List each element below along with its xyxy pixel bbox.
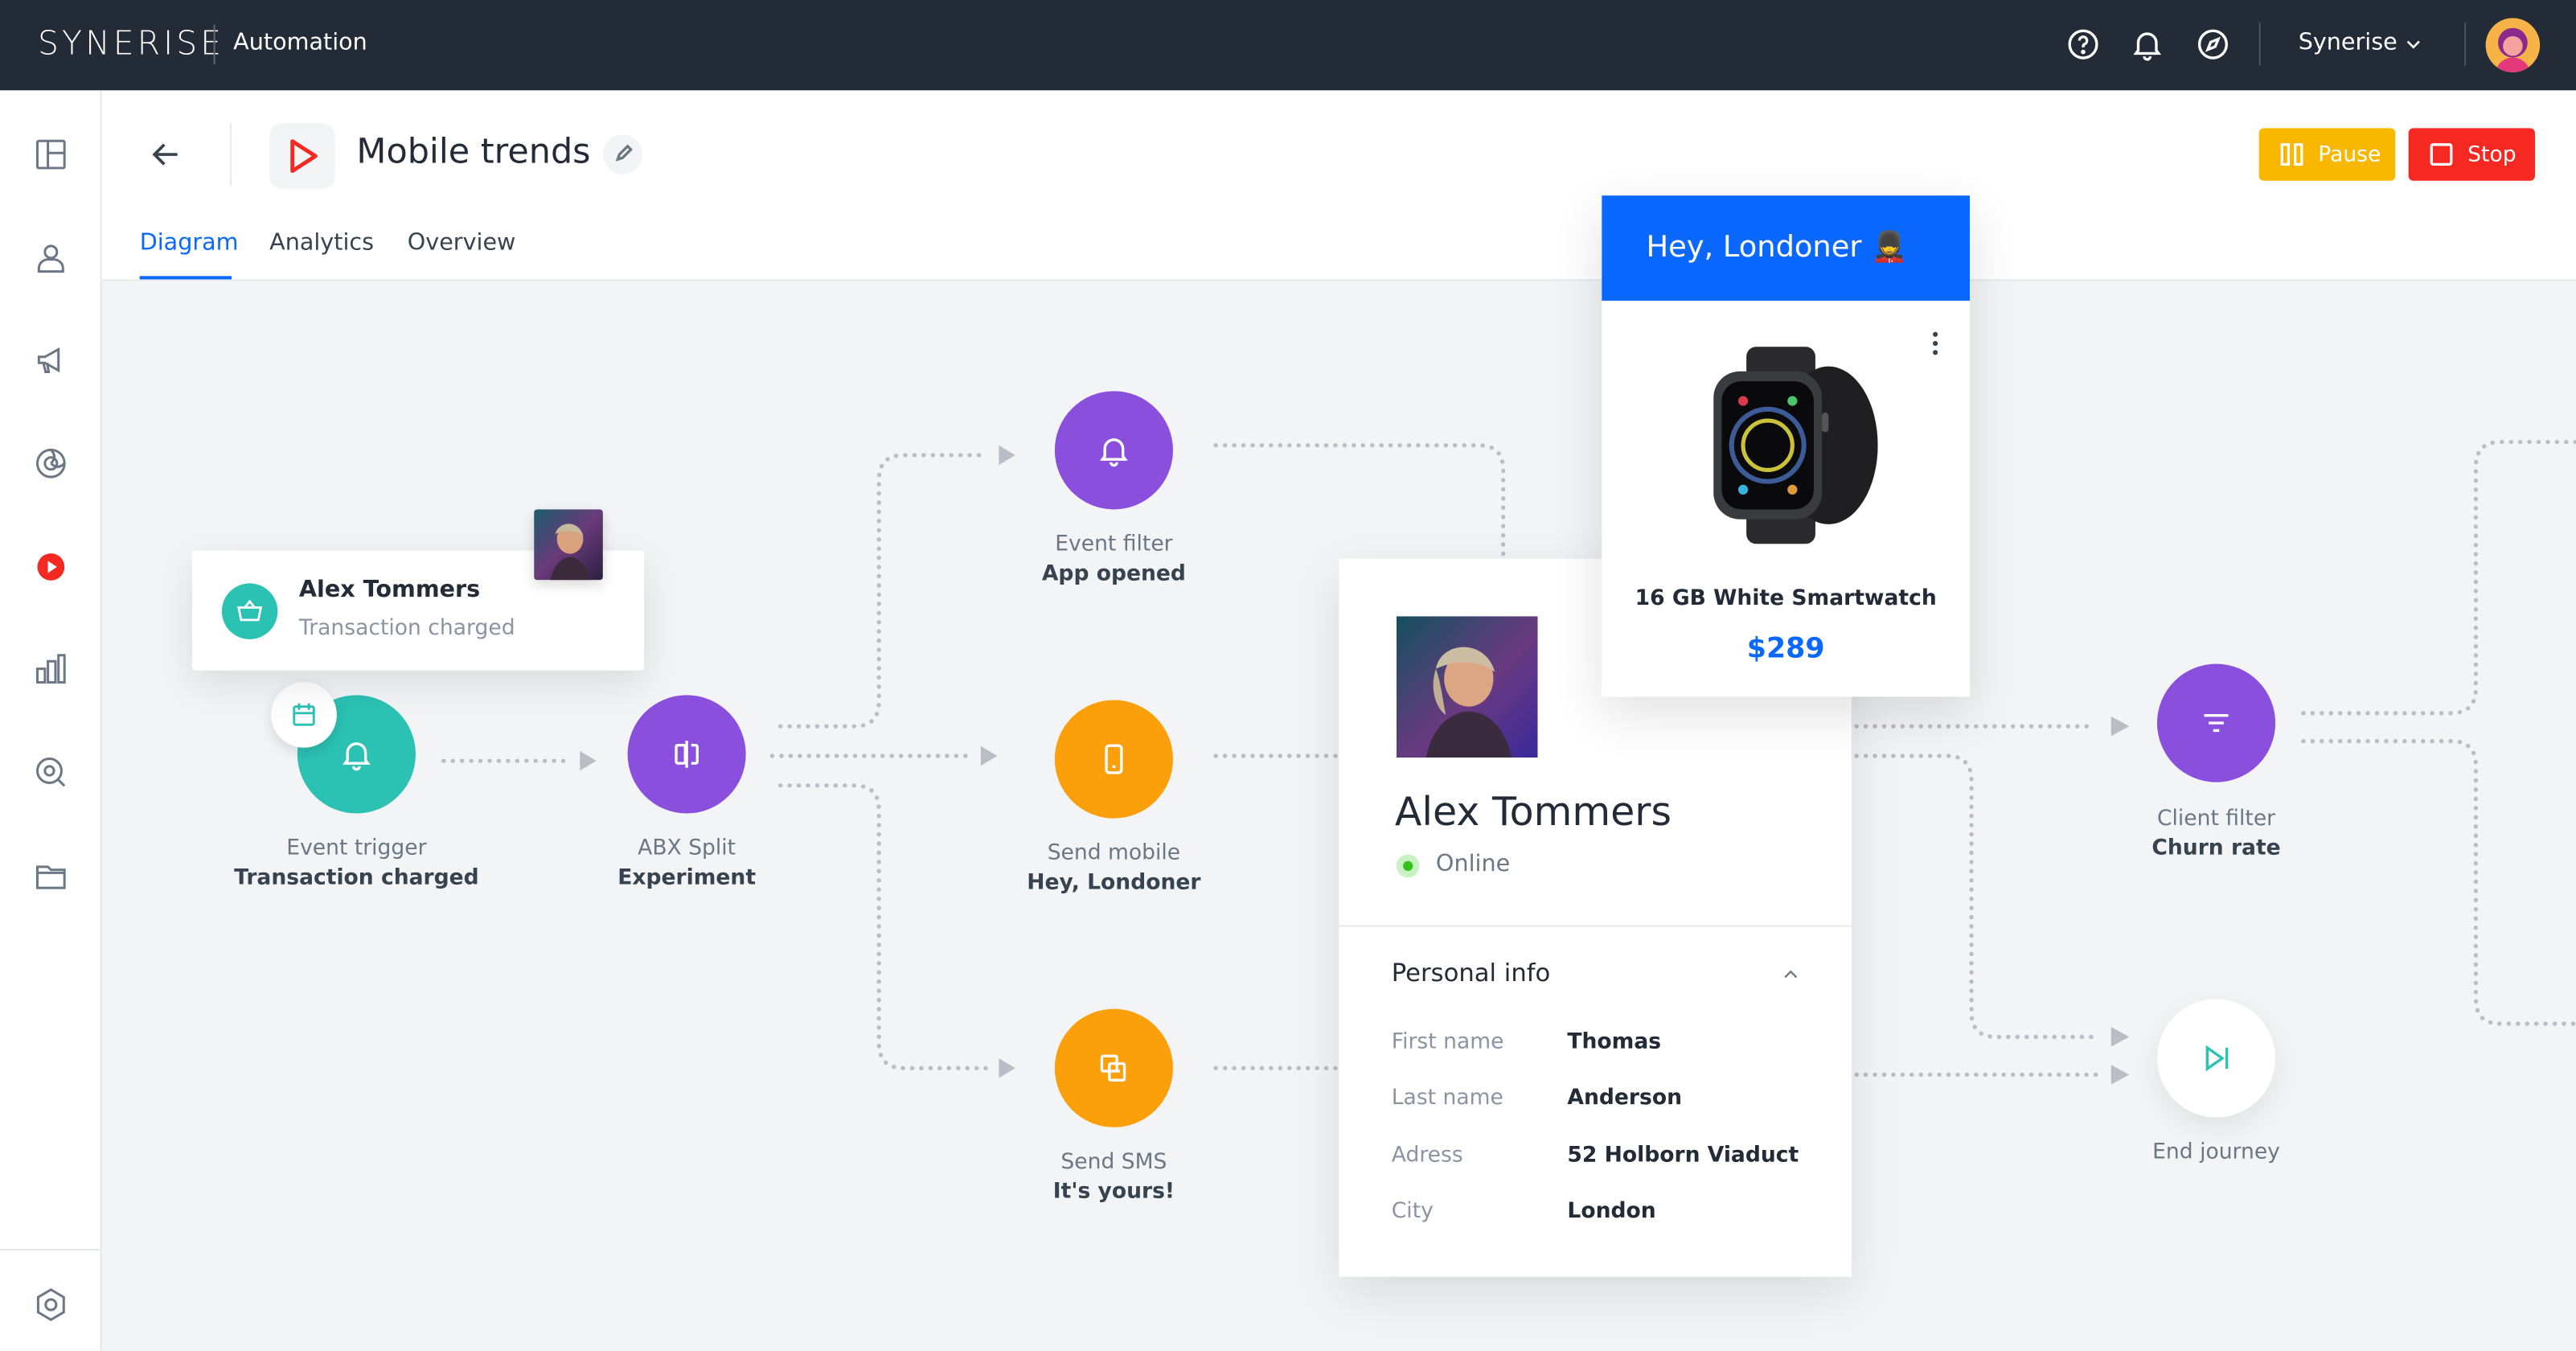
profile-status: Online bbox=[1435, 851, 1511, 878]
abx-split-node[interactable] bbox=[627, 695, 746, 814]
abx-split-label: ABX Split Experiment bbox=[539, 835, 835, 894]
profile-divider bbox=[1339, 925, 1852, 927]
send-sms-node[interactable] bbox=[1054, 1008, 1173, 1127]
node-subtitle: Transaction charged bbox=[234, 865, 479, 891]
bell-icon bbox=[342, 742, 371, 771]
mobile-icon bbox=[1105, 744, 1123, 774]
field-value: London bbox=[1567, 1199, 1656, 1225]
automation-app: SYNERISE Automation Synerise Mobile tren… bbox=[0, 0, 2576, 1351]
client-filter-node[interactable] bbox=[2156, 663, 2276, 782]
field-label: First name bbox=[1391, 1030, 1504, 1055]
node-title: ABX Split bbox=[638, 836, 736, 861]
send-sms-label: Send SMS It's yours! bbox=[966, 1148, 1262, 1208]
client-filter-label: Client filter Churn rate bbox=[2069, 805, 2365, 864]
field-label: Adress bbox=[1391, 1144, 1463, 1168]
send-mobile-label: Send mobile Hey, Londoner bbox=[966, 840, 1262, 899]
bell-icon bbox=[1100, 438, 1128, 467]
node-title: Event trigger bbox=[286, 836, 427, 861]
field-label: Last name bbox=[1391, 1086, 1503, 1111]
node-title: Send SMS bbox=[1060, 1150, 1167, 1176]
skip-end-icon bbox=[2205, 1045, 2229, 1072]
event-filter-node[interactable] bbox=[1054, 391, 1173, 510]
field-value: Thomas bbox=[1567, 1030, 1662, 1055]
toast-event-name: Transaction charged bbox=[298, 616, 515, 641]
push-header: Hey, Londoner 💂 bbox=[1602, 195, 1971, 301]
filter-icon bbox=[2204, 714, 2229, 733]
product-name: 16 GB White Smartwatch bbox=[1635, 586, 1937, 612]
profile-photo bbox=[1396, 616, 1538, 758]
product-price: $289 bbox=[1746, 632, 1825, 666]
chevron-up-icon[interactable] bbox=[1779, 963, 1803, 986]
node-title: Client filter bbox=[2156, 807, 2276, 832]
field-value: Anderson bbox=[1567, 1086, 1682, 1111]
event-filter-label: Event filter App opened bbox=[966, 531, 1262, 590]
node-subtitle: App opened bbox=[1041, 561, 1186, 587]
field-value: 52 Holborn Viaduct bbox=[1567, 1144, 1799, 1168]
node-subtitle: Hey, Londoner bbox=[1027, 871, 1201, 896]
online-status-icon bbox=[1396, 854, 1420, 878]
node-title: Event filter bbox=[1055, 532, 1173, 557]
node-title: Send mobile bbox=[1047, 841, 1181, 866]
split-icon bbox=[675, 741, 699, 768]
node-subtitle: Churn rate bbox=[2151, 836, 2281, 861]
node-subtitle: Experiment bbox=[617, 865, 757, 891]
smartwatch-image bbox=[1713, 347, 1878, 544]
more-options-icon[interactable] bbox=[1930, 331, 1940, 357]
profile-name: Alex Tommers bbox=[1394, 788, 1672, 836]
end-journey-node[interactable] bbox=[2156, 999, 2276, 1118]
end-journey-label: End journey bbox=[2069, 1139, 2365, 1168]
toast-customer-name: Alex Tommers bbox=[298, 577, 481, 603]
mobile-push-preview: Hey, Londoner 💂 16 GB White Smartwatch $… bbox=[1602, 195, 1971, 697]
personal-info-heading[interactable]: Personal info bbox=[1392, 958, 1551, 988]
schedule-badge[interactable] bbox=[271, 682, 337, 748]
node-subtitle: It's yours! bbox=[1052, 1180, 1175, 1205]
sms-icon bbox=[1100, 1054, 1126, 1082]
toast-customer-photo bbox=[534, 509, 603, 581]
field-label: City bbox=[1391, 1199, 1434, 1225]
send-mobile-node[interactable] bbox=[1054, 700, 1173, 819]
basket-icon bbox=[221, 583, 278, 639]
calendar-icon bbox=[293, 703, 315, 726]
event-trigger-label: Event trigger Transaction charged bbox=[209, 835, 505, 894]
node-title: End journey bbox=[2152, 1140, 2280, 1165]
